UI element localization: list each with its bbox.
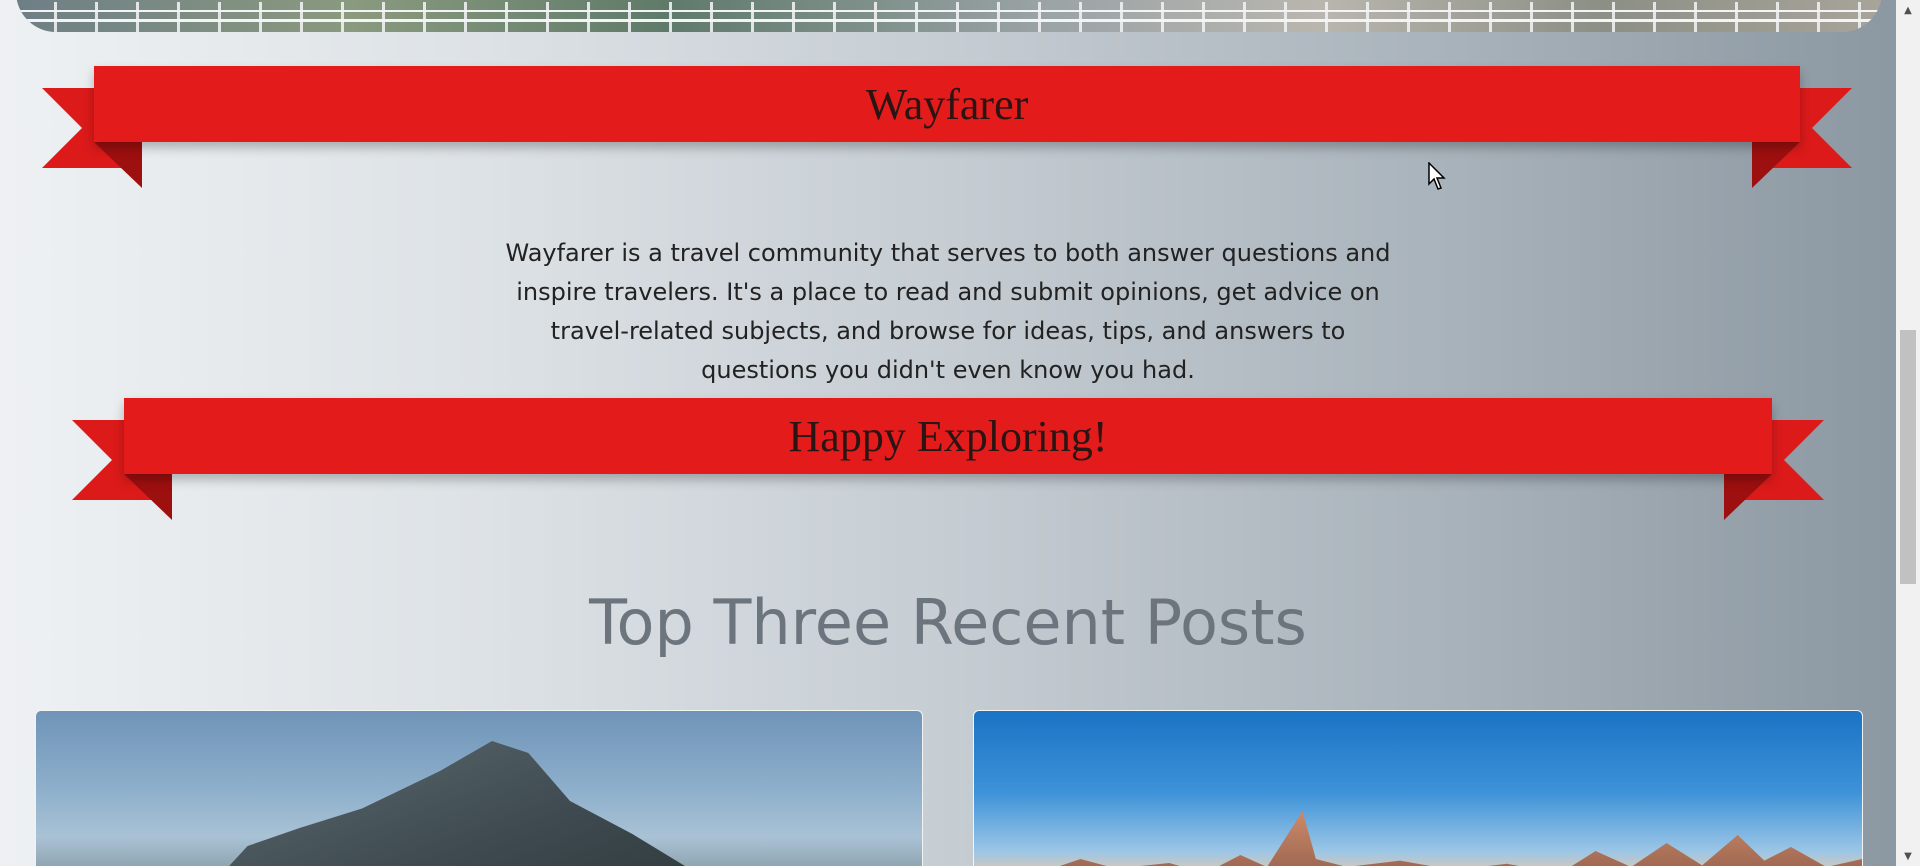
section-title: Top Three Recent Posts bbox=[589, 586, 1307, 660]
scroll-up-arrow-icon[interactable]: ▲ bbox=[1896, 0, 1920, 20]
ribbon-band: Happy Exploring! bbox=[124, 398, 1772, 474]
ribbon-banner-happy-exploring: Happy Exploring! bbox=[72, 398, 1824, 528]
city-skyline-photo bbox=[974, 811, 1862, 866]
vertical-scrollbar[interactable]: ▲ ▼ bbox=[1896, 0, 1920, 866]
railing-posts bbox=[16, 2, 1882, 32]
scrollbar-thumb[interactable] bbox=[1900, 330, 1916, 584]
rock-of-gibraltar-photo bbox=[206, 741, 726, 866]
post-card[interactable] bbox=[973, 710, 1863, 866]
mouse-cursor-icon bbox=[1428, 162, 1446, 190]
ribbon-band: Wayfarer bbox=[94, 66, 1800, 142]
site-title: Wayfarer bbox=[865, 79, 1029, 129]
railing-bar bbox=[16, 10, 1882, 12]
ribbon-banner-wayfarer: Wayfarer bbox=[42, 66, 1852, 196]
scroll-down-arrow-icon[interactable]: ▼ bbox=[1896, 846, 1920, 866]
hero-image bbox=[16, 0, 1882, 32]
railing-bar bbox=[16, 19, 1882, 22]
page: Wayfarer Wayfarer is a travel community … bbox=[0, 0, 1896, 866]
post-card[interactable] bbox=[35, 710, 923, 866]
tagline: Happy Exploring! bbox=[788, 411, 1108, 461]
intro-paragraph: Wayfarer is a travel community that serv… bbox=[505, 239, 1391, 384]
